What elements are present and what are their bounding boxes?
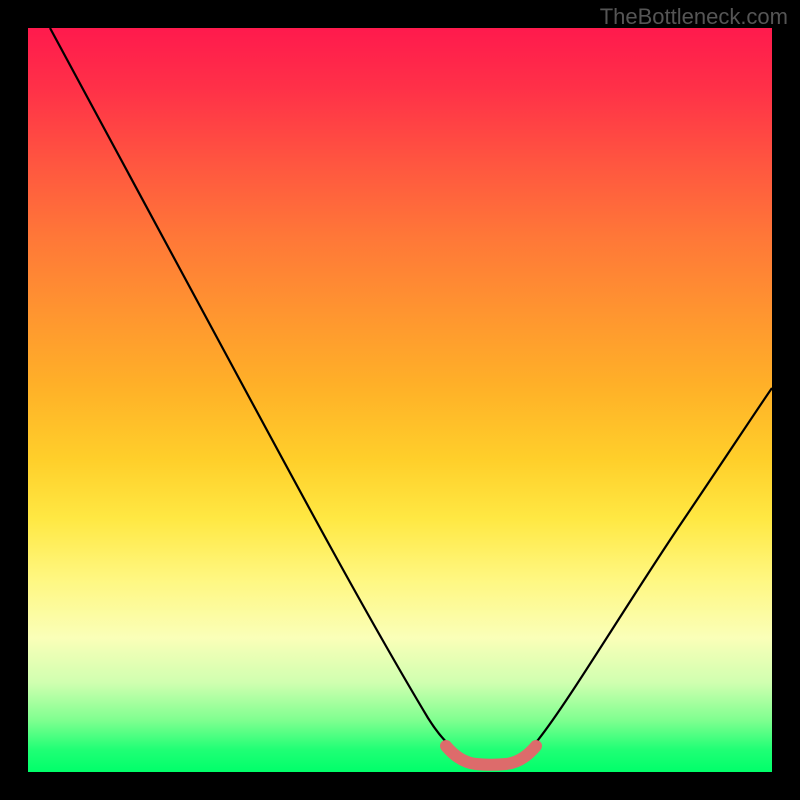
watermark-text: TheBottleneck.com (600, 4, 788, 30)
bottleneck-curve (50, 28, 772, 764)
optimal-zone-marker (446, 746, 536, 765)
curve-svg (28, 28, 772, 772)
chart-plot-area (28, 28, 772, 772)
